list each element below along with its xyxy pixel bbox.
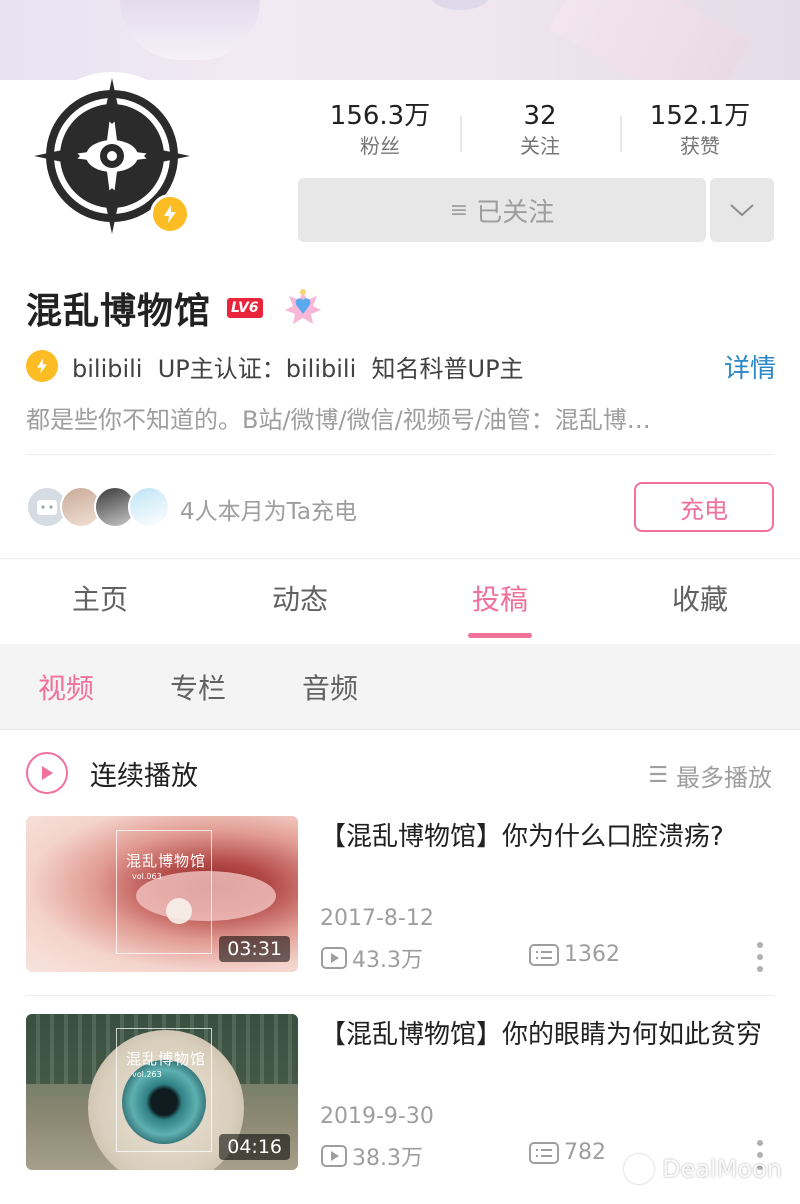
avatar[interactable] [28, 72, 196, 240]
charge-count-text: 4人本月为Ta充电 [180, 499, 357, 525]
view-count: 43.3万 [352, 948, 423, 973]
charge-button[interactable]: 充电 [634, 482, 774, 532]
tab-dynamics[interactable]: 动态 [200, 559, 400, 644]
sort-button[interactable]: ☰ 最多播放 [648, 758, 772, 793]
signature[interactable]: 都是些你不知道的。B站/微博/微信/视频号/油管：混乱博… [26, 400, 776, 435]
dealmoon-logo-icon [624, 1154, 655, 1184]
view-count: 38.3万 [352, 1146, 423, 1171]
chevron-down-icon [730, 204, 754, 217]
follow-row: ≡ 已关注 [298, 178, 774, 242]
video-title[interactable]: 【混乱博物馆】你的眼睛为何如此贫穷 [320, 1014, 775, 1056]
profile-tabs: 主页 动态 投稿 收藏 [0, 558, 800, 644]
subtab-article[interactable]: 专栏 [170, 667, 226, 707]
video-views: 38.3万 [320, 1140, 423, 1172]
followed-label: 已关注 [476, 197, 555, 228]
thumbnail-title: 混乱博物馆 [126, 1050, 207, 1068]
charger-avatar [128, 486, 170, 528]
charger-avatars[interactable] [26, 486, 170, 528]
name-row: 混乱博物馆 LV6 [26, 280, 325, 336]
thumbnail-card [116, 830, 212, 954]
level-badge: LV6 [227, 298, 263, 318]
divider [26, 995, 774, 996]
video-duration: 03:31 [219, 936, 290, 962]
certification-row: bilibili UP主认证：bilibili 知名科普UP主 详情 [26, 344, 776, 388]
profile-banner [0, 0, 800, 80]
verified-lightning-icon [150, 194, 190, 234]
continuous-play-row: 连续播放 ☰ 最多播放 [0, 730, 800, 816]
danmaku-icon [529, 943, 559, 966]
stat-likes[interactable]: 152.1万 获赞 [620, 100, 780, 164]
video-title[interactable]: 【混乱博物馆】你为什么口腔溃疡? [320, 816, 775, 858]
video-item[interactable]: 混乱博物馆 vol.063 03:31 【混乱博物馆】你为什么口腔溃疡? 201… [0, 816, 800, 996]
danmaku-icon [529, 1141, 559, 1164]
thumbnail-volume: vol.063 [132, 872, 162, 881]
divider [26, 454, 774, 455]
video-thumbnail[interactable]: 混乱博物馆 vol.263 04:16 [26, 1014, 298, 1170]
thumbnail-title: 混乱博物馆 [126, 852, 207, 870]
stat-following[interactable]: 32 关注 [460, 100, 620, 164]
tab-home[interactable]: 主页 [0, 559, 200, 644]
danmaku-count: 782 [564, 1140, 606, 1165]
video-thumbnail[interactable]: 混乱博物馆 vol.063 03:31 [26, 816, 298, 972]
tab-favorites[interactable]: 收藏 [600, 559, 800, 644]
username: 混乱博物馆 [26, 291, 212, 332]
watermark: DealMoon [624, 1154, 782, 1184]
stat-value: 32 [523, 101, 557, 131]
play-count-icon [321, 947, 347, 969]
stat-label: 获赞 [680, 134, 720, 158]
thumbnail-card [116, 1028, 212, 1152]
medal-icon[interactable] [281, 286, 325, 330]
video-views: 43.3万 [320, 942, 423, 974]
stat-fans[interactable]: 156.3万 粉丝 [300, 100, 460, 164]
watermark-text: DealMoon [662, 1155, 782, 1183]
danmaku-count: 1362 [564, 942, 620, 967]
verified-lightning-icon [26, 350, 58, 382]
video-date: 2019-9-30 [320, 1104, 434, 1129]
stat-value: 156.3万 [329, 101, 431, 131]
video-danmaku: 1362 [528, 942, 620, 967]
video-danmaku: 782 [528, 1140, 606, 1165]
stats-bar: 156.3万 粉丝 32 关注 152.1万 获赞 [300, 100, 780, 164]
sort-label: 最多播放 [676, 764, 772, 792]
certification-text: bilibili UP主认证：bilibili 知名科普UP主 [72, 354, 524, 383]
thumbnail-volume: vol.263 [132, 1070, 162, 1079]
charge-row: 4人本月为Ta充电 充电 [26, 478, 774, 538]
continuous-play-button[interactable]: 连续播放 [90, 754, 198, 793]
followed-button[interactable]: ≡ 已关注 [298, 178, 706, 242]
stat-label: 关注 [520, 134, 560, 158]
upload-subtabs: 视频 专栏 音频 [0, 644, 800, 730]
stat-value: 152.1万 [649, 101, 751, 131]
tab-uploads[interactable]: 投稿 [400, 559, 600, 644]
profile-header: 156.3万 粉丝 32 关注 152.1万 获赞 ≡ 已关注 混乱博物馆 LV… [0, 72, 800, 558]
video-duration: 04:16 [219, 1134, 290, 1160]
details-link[interactable]: 详情 [724, 348, 776, 385]
subtab-video[interactable]: 视频 [38, 667, 94, 707]
sort-lines-icon: ☰ [648, 763, 668, 788]
subtab-audio[interactable]: 音频 [302, 667, 358, 707]
follow-dropdown-button[interactable] [710, 178, 774, 242]
stat-label: 粉丝 [360, 134, 400, 158]
play-count-icon [321, 1145, 347, 1167]
play-icon[interactable] [26, 752, 68, 794]
video-date: 2017-8-12 [320, 906, 434, 931]
more-options-icon[interactable] [750, 940, 770, 974]
menu-lines-icon: ≡ [449, 197, 469, 223]
